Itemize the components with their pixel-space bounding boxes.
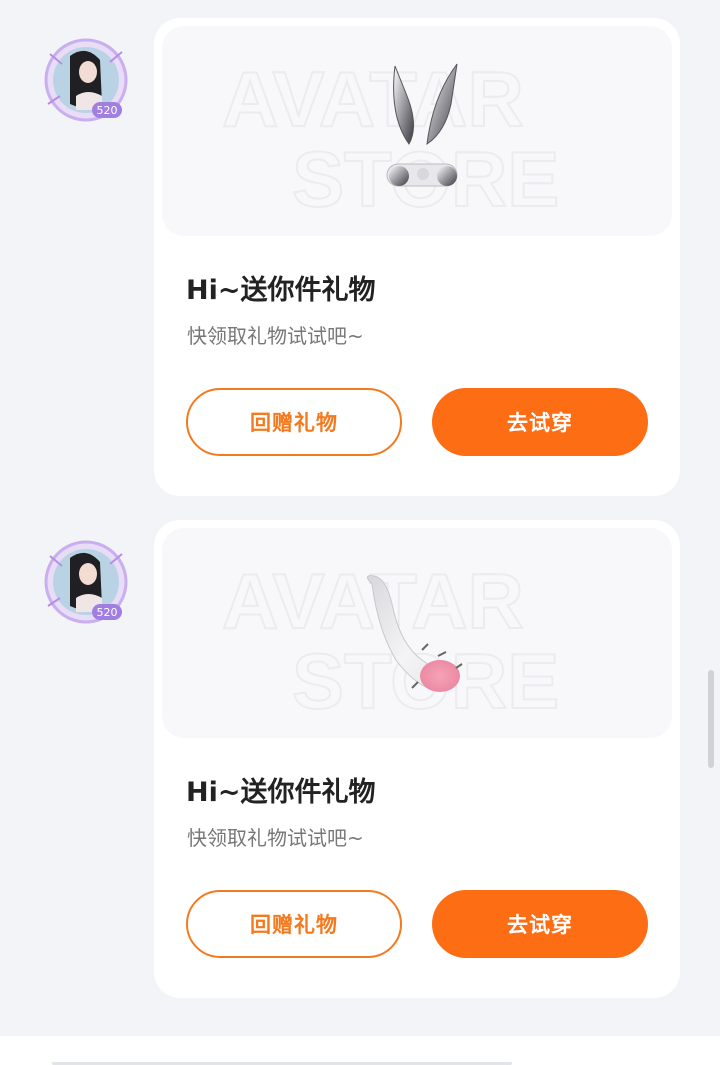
gift-title: Hi~送你件礼物 (186, 777, 376, 808)
gift-preview[interactable]: AVATAR STORE (162, 26, 672, 236)
gift-card: AVATAR STORE (154, 520, 680, 998)
silver-bunny-ears-headband-icon (386, 63, 458, 187)
sender-avatar[interactable]: 520 (40, 536, 132, 628)
try-on-button[interactable]: 去试穿 (432, 890, 648, 958)
gift-subtitle: 快领取礼物试试吧~ (187, 324, 364, 348)
avatar-badge: 520 (97, 606, 118, 619)
gift-title: Hi~送你件礼物 (186, 275, 376, 306)
avatar-badge: 520 (97, 104, 118, 117)
gift-back-button[interactable]: 回赠礼物 (186, 388, 402, 456)
bottom-input-bar (0, 1036, 720, 1065)
sender-avatar[interactable]: 520 (40, 34, 132, 126)
gift-preview[interactable]: AVATAR STORE (162, 528, 672, 738)
gift-back-button[interactable]: 回赠礼物 (186, 890, 402, 958)
gift-subtitle: 快领取礼物试试吧~ (187, 826, 364, 850)
white-spiked-tail-icon (367, 575, 463, 692)
gift-card: AVATAR STORE Hi~送你件礼物 快领取 (154, 18, 680, 496)
try-on-button[interactable]: 去试穿 (432, 388, 648, 456)
scrollbar-thumb[interactable] (708, 670, 714, 768)
